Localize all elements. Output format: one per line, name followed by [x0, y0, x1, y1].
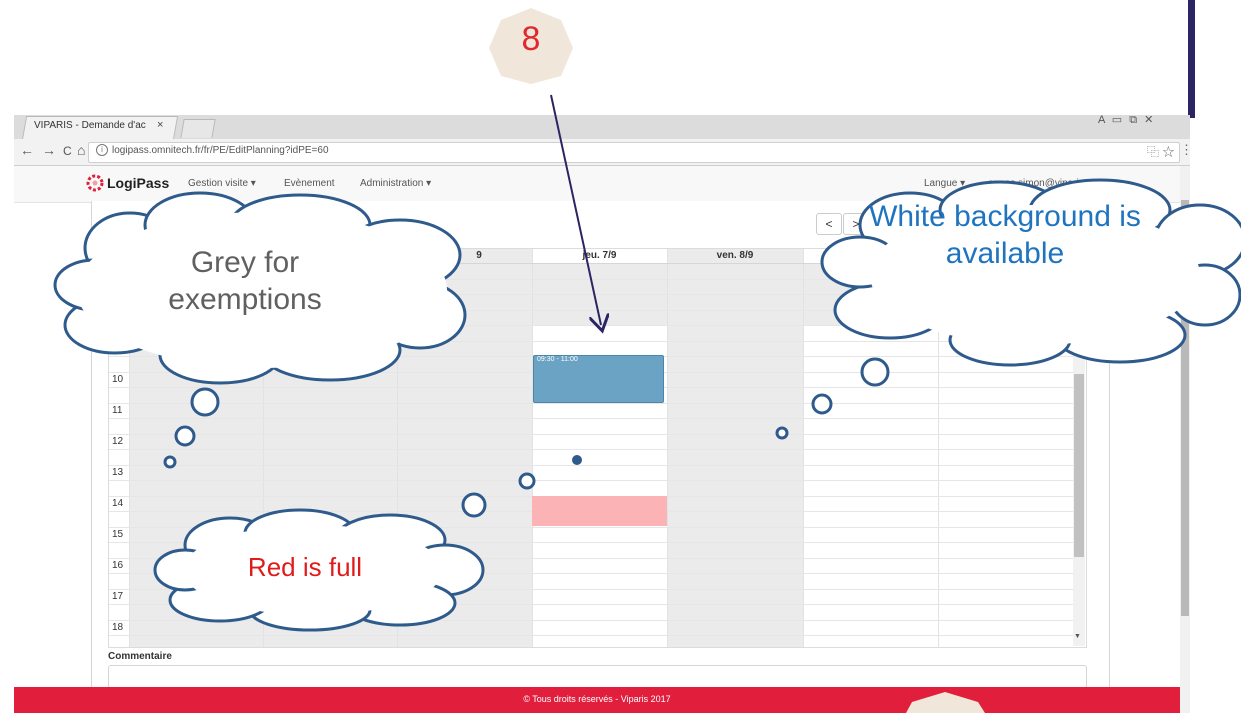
step-number: 8 [521, 20, 541, 58]
browser-tab-title[interactable]: VIPARIS - Demande d'ac [34, 120, 146, 131]
day-header-wed: 9 [476, 250, 482, 261]
prev-week-button[interactable]: < [816, 213, 842, 235]
back-icon[interactable]: ← [20, 142, 34, 158]
logo-icon [86, 174, 104, 192]
hour-label: 17 [112, 591, 124, 602]
url-text[interactable]: logipass.omnitech.fr/fr/PE/EditPlanning?… [112, 145, 329, 156]
day-column-thursday[interactable] [532, 249, 668, 647]
footer-text: © Tous droits réservés - Viparis 2017 [523, 694, 671, 704]
hour-label: 14 [112, 498, 124, 509]
comment-textarea[interactable] [108, 665, 1087, 689]
comment-label: Commentaire [108, 651, 172, 662]
hour-label: 13 [112, 467, 124, 478]
menu-gestion-visite[interactable]: Gestion visite ▾ [188, 178, 256, 189]
annotation-red: Red is full [247, 552, 363, 582]
reload-icon[interactable]: C [63, 144, 72, 158]
scroll-down-icon[interactable]: ▼ [1074, 633, 1081, 640]
forward-icon[interactable]: → [42, 142, 56, 158]
menu-evenement[interactable]: Evènement [284, 178, 335, 189]
annotation-white: White background is available [869, 200, 1141, 270]
day-header-fri: ven. 8/9 [716, 250, 754, 261]
browser-menu-icon[interactable]: ⋮ [1180, 142, 1193, 158]
day-column-3[interactable] [397, 249, 533, 647]
annotation-grey: Grey for exemptions [168, 246, 322, 316]
hour-label: 12 [112, 436, 124, 447]
menu-user[interactable]: agnes.simon@viparis.com ▾ [988, 178, 1113, 189]
page-scroll-thumb[interactable] [1181, 200, 1189, 616]
menu-administration[interactable]: Administration ▾ [360, 178, 431, 189]
window-controls[interactable]: A ▭ ⧉ ✕ [1098, 113, 1155, 127]
hour-label: 18 [112, 622, 124, 633]
tab-close-icon[interactable]: × [157, 119, 163, 131]
page-title: 4 [108, 212, 120, 234]
menu-langue[interactable]: Langue ▾ [924, 178, 965, 189]
day-column-6[interactable] [803, 249, 939, 647]
calendar-scroll-thumb[interactable] [1074, 374, 1084, 557]
new-tab-button[interactable] [180, 119, 216, 138]
hour-label: 15 [112, 529, 124, 540]
full-slot[interactable] [532, 496, 667, 526]
hour-label: 11 [112, 405, 123, 416]
day-column-7[interactable] [938, 249, 1075, 647]
hour-label: 16 [112, 560, 124, 571]
logo-text[interactable]: LogiPass [107, 175, 169, 191]
hour-label: 10 [112, 374, 124, 385]
day-header-thu: jeu. 7/9 [582, 250, 617, 261]
translate-bookmark-icons[interactable]: ⿻ ☆ [1147, 143, 1174, 160]
info-icon[interactable]: i [96, 144, 108, 156]
event-time: 09:30 - 11:00 [537, 356, 578, 363]
accent-bar [1188, 0, 1195, 118]
day-column-friday[interactable] [667, 249, 804, 647]
home-icon[interactable]: ⌂ [77, 142, 85, 158]
